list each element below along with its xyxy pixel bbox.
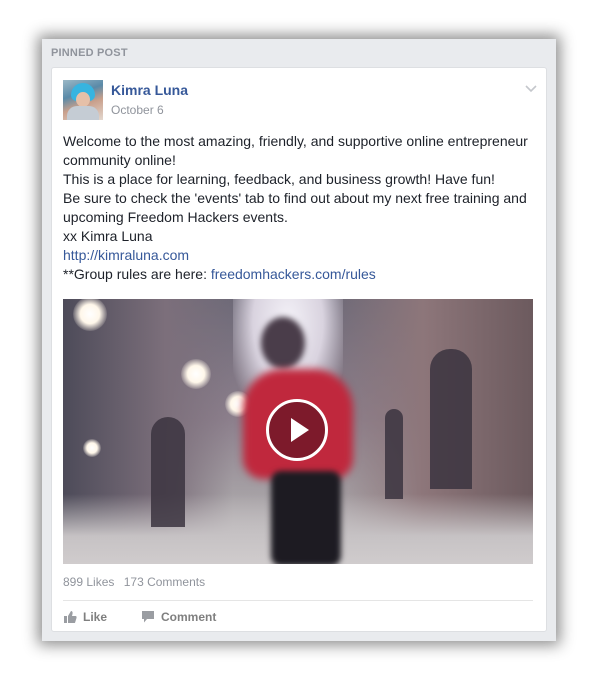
pinned-post-label: PINNED POST <box>51 47 128 59</box>
post-card: Kimra Luna October 6 Welcome to the most… <box>51 67 547 632</box>
comment-button[interactable]: Comment <box>141 608 216 626</box>
post-line: xx Kimra Luna <box>63 228 153 244</box>
thumbs-up-icon <box>64 611 77 623</box>
rules-link[interactable]: freedomhackers.com/rules <box>211 266 376 282</box>
comment-label: Comment <box>161 610 217 624</box>
divider <box>63 600 533 601</box>
video-player[interactable] <box>63 299 533 564</box>
rules-prefix: **Group rules are here: <box>63 266 211 282</box>
like-count[interactable]: 899 Likes <box>63 575 114 589</box>
like-label: Like <box>83 610 108 624</box>
post-body: Welcome to the most amazing, friendly, a… <box>63 132 535 284</box>
comment-count[interactable]: 173 Comments <box>124 575 205 589</box>
speech-bubble-icon <box>142 611 154 623</box>
post-date[interactable]: October 6 <box>111 103 164 117</box>
author-name[interactable]: Kimra Luna <box>111 82 188 98</box>
pinned-post-container: PINNED POST Kimra Luna October 6 Welcome… <box>42 39 556 641</box>
website-link[interactable]: http://kimraluna.com <box>63 247 189 263</box>
post-line: This is a place for learning, feedback, … <box>63 171 495 187</box>
author-avatar[interactable] <box>63 80 103 120</box>
chevron-down-icon[interactable] <box>524 81 538 93</box>
post-line: Be sure to check the 'events' tab to fin… <box>63 190 527 225</box>
play-icon[interactable] <box>266 399 328 461</box>
post-line: Welcome to the most amazing, friendly, a… <box>63 133 528 168</box>
engagement-stats: 899 Likes 173 Comments <box>63 575 211 589</box>
like-button[interactable]: Like <box>63 608 107 626</box>
